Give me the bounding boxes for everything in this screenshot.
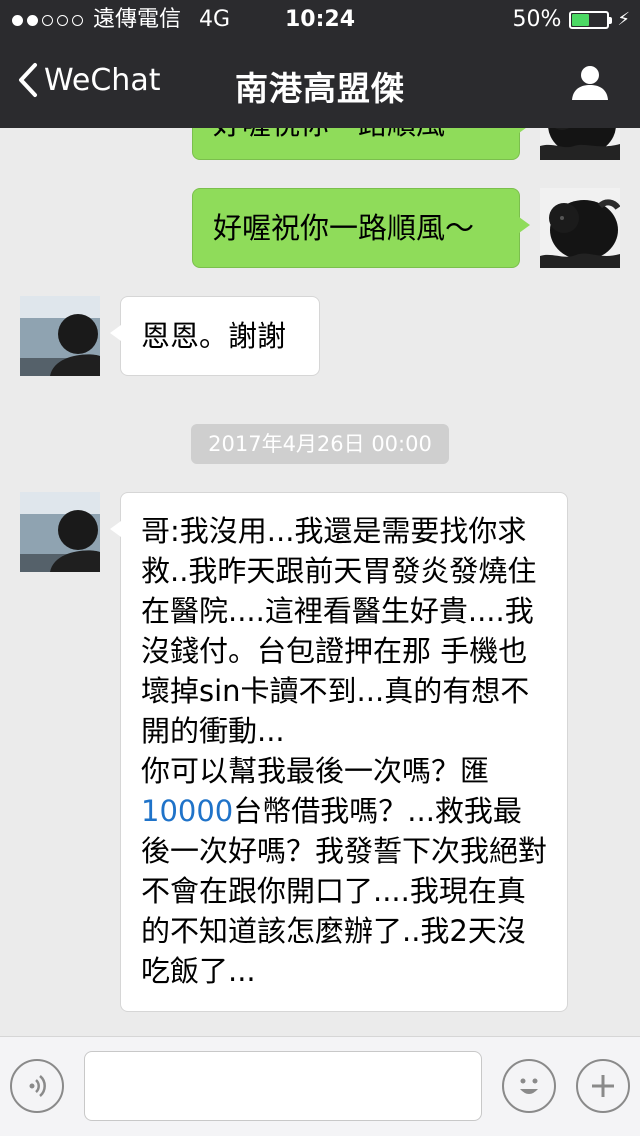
message-bubble-received[interactable]: 哥:我沒用...我還是需要找你求救..我昨天跟前天胃發炎發燒住在醫院....這裡… (110, 492, 568, 1012)
input-bar (0, 1036, 640, 1136)
profile-button[interactable] (570, 64, 610, 106)
avatar-contact[interactable] (20, 492, 100, 572)
message-text: 恩恩。謝謝 (141, 319, 287, 353)
navigation-bar: WeChat 南港高盟傑 (0, 40, 640, 128)
chat-area[interactable]: 好喔祝你一路順風～ 好喔祝你一路順風～ (0, 128, 640, 1036)
voice-icon (29, 1075, 46, 1097)
emoji-icon (520, 1078, 538, 1094)
status-bar: 遠傳電信 4G 10:24 50% ⚡ (0, 0, 640, 40)
emoji-button[interactable] (502, 1059, 556, 1113)
plus-icon (592, 1075, 614, 1097)
message-input[interactable] (84, 1051, 482, 1121)
battery-icon (569, 11, 613, 29)
message-text: 好喔祝你一路順風～ (213, 128, 474, 141)
contact-avatar-image (20, 296, 100, 376)
message-text: 哥:我沒用...我還是需要找你求救..我昨天跟前天胃發炎發燒住在醫院....這裡… (141, 514, 537, 788)
charging-icon: ⚡ (617, 9, 630, 30)
dog-avatar-image (540, 188, 620, 268)
person-icon (572, 66, 608, 100)
phone-number-link[interactable]: 10000 (141, 794, 233, 828)
avatar-contact[interactable] (20, 296, 100, 376)
avatar-self[interactable] (540, 188, 620, 268)
status-right: 50% ⚡ (512, 0, 630, 40)
top-bar: 遠傳電信 4G 10:24 50% ⚡ WeChat 南港高盟傑 (0, 0, 640, 128)
message-bubble-sent[interactable]: 好喔祝你一路順風～ (192, 128, 530, 160)
timestamp-label: 2017年4月26日 00:00 (191, 424, 449, 464)
dog-avatar-image (540, 128, 620, 160)
message-bubble-sent[interactable]: 好喔祝你一路順風～ (192, 188, 530, 268)
more-button[interactable] (576, 1059, 630, 1113)
message-bubble-received[interactable]: 恩恩。謝謝 (110, 296, 320, 376)
message-text: 好喔祝你一路順風～ (213, 211, 475, 245)
battery-percent: 50% (512, 7, 562, 32)
voice-button[interactable] (10, 1059, 64, 1113)
avatar-self[interactable] (540, 128, 620, 160)
contact-avatar-image (20, 492, 100, 572)
chat-title: 南港高盟傑 (235, 69, 405, 108)
